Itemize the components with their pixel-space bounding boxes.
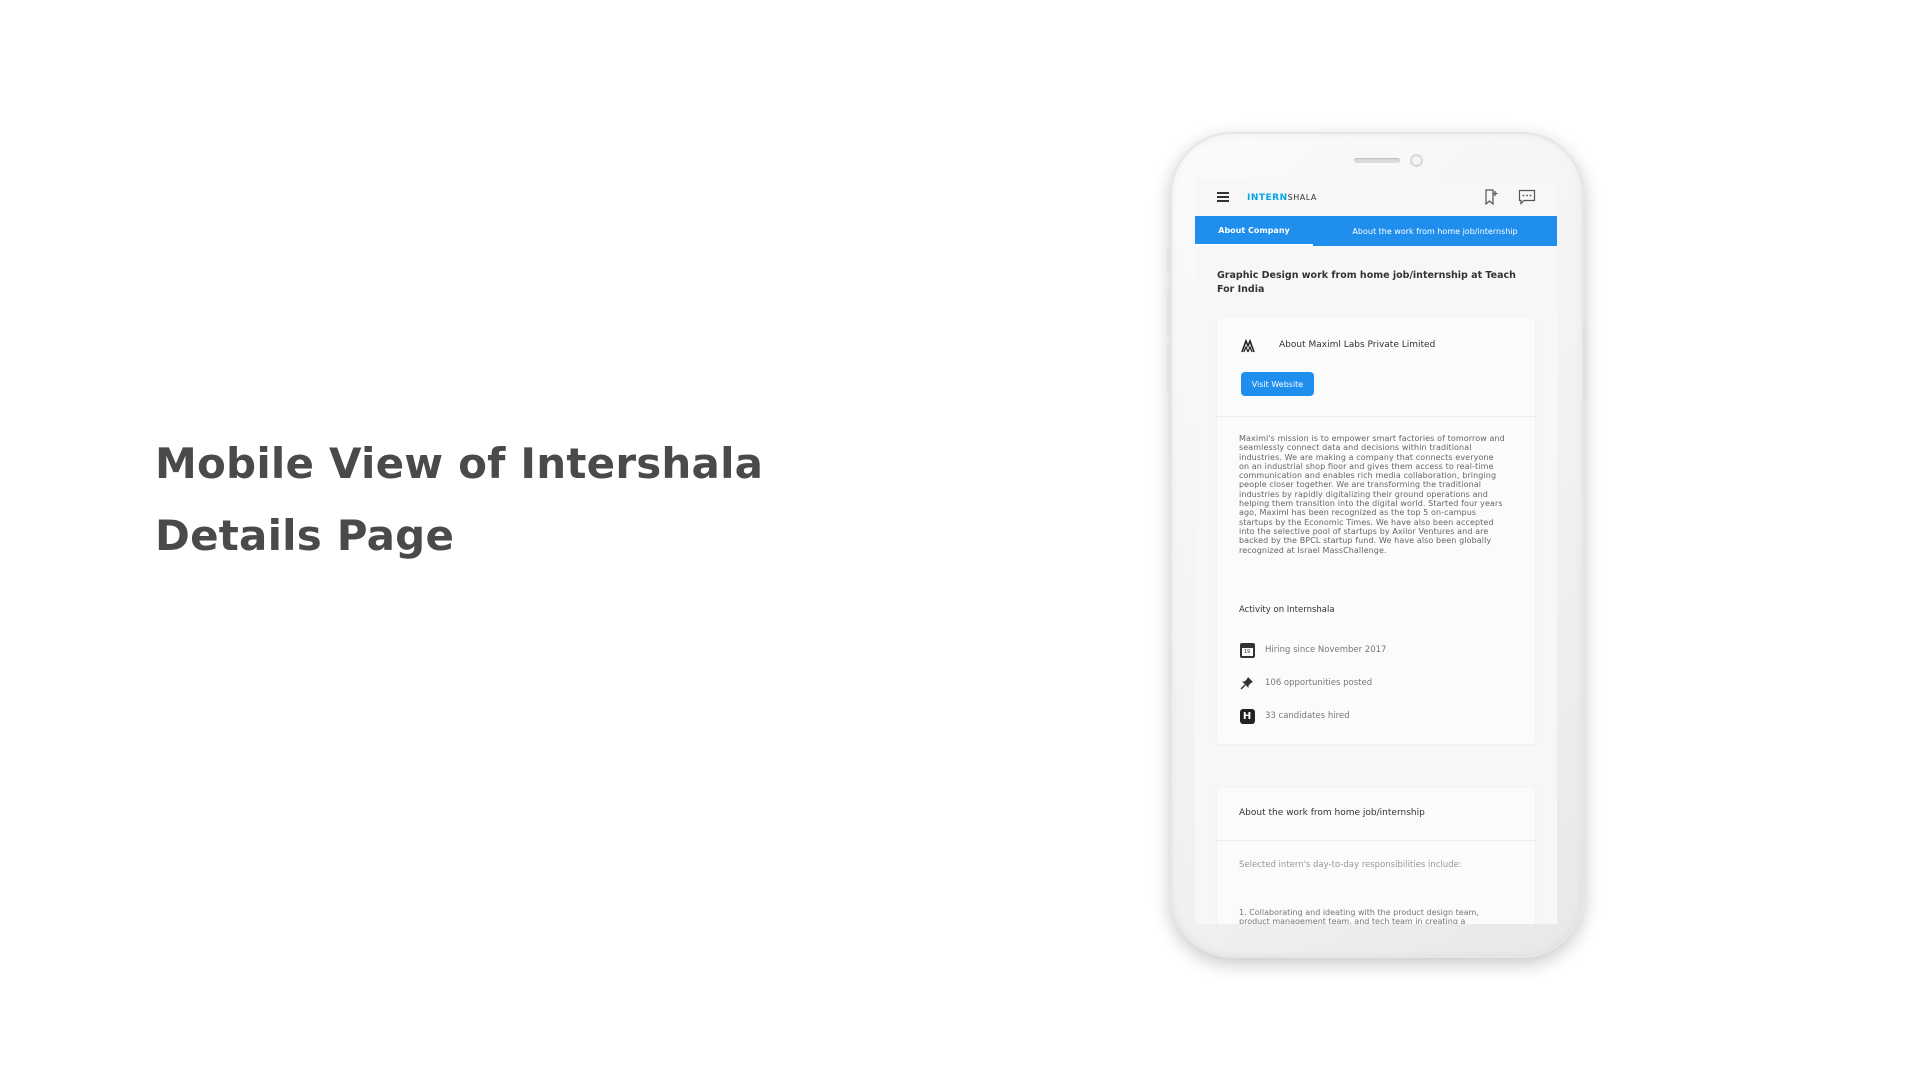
phone-mute-switch [1167, 250, 1171, 272]
visit-website-button[interactable]: Visit Website [1241, 372, 1314, 396]
phone-volume-down [1167, 346, 1171, 390]
post-title: Graphic Design work from home job/intern… [1217, 270, 1516, 295]
phone-camera [1410, 154, 1423, 167]
tab-about-company[interactable]: About Company [1195, 216, 1313, 246]
internshala-logo[interactable]: INTERNSHALA [1247, 193, 1317, 203]
tab-bar: About Company About the work from home j… [1195, 216, 1557, 246]
work-title: About the work from home job/internship [1239, 808, 1425, 818]
company-logo-icon [1241, 338, 1255, 353]
about-work-card: About the work from home job/internship … [1217, 788, 1535, 924]
hired-h-icon: H [1239, 708, 1255, 724]
slide-title-line-2: Details Page [155, 511, 455, 560]
activity-item-text: 33 candidates hired [1265, 711, 1350, 721]
company-description: Maximl's mission is to empower smart fac… [1239, 434, 1505, 555]
about-company-card: About Maximl Labs Private Limited Visit … [1217, 318, 1535, 744]
activity-item-text: Hiring since November 2017 [1265, 645, 1387, 655]
bookmark-add-icon[interactable] [1483, 189, 1499, 206]
work-responsibility-item: 1. Collaborating and ideating with the p… [1239, 908, 1479, 924]
work-subtitle: Selected intern's day-to-day responsibil… [1239, 860, 1462, 870]
phone-screen: INTERNSHALA About Company About the work [1195, 178, 1557, 924]
activity-item-hiring-since: Hiring since November 2017 [1239, 642, 1386, 658]
hamburger-menu-icon[interactable] [1217, 192, 1229, 202]
phone-speaker [1354, 158, 1400, 163]
phone-mockup: INTERNSHALA About Company About the work [1167, 132, 1587, 958]
slide-title-line-1: Mobile View of Intershala [155, 439, 764, 488]
calendar-icon [1239, 642, 1255, 658]
chat-icon[interactable] [1517, 189, 1537, 205]
slide-title: Mobile View of Intershala Details Page [155, 428, 763, 572]
tab-about-work[interactable]: About the work from home job/internship [1313, 216, 1557, 246]
company-name: About Maximl Labs Private Limited [1279, 340, 1436, 350]
card-divider [1217, 840, 1535, 841]
app-header: INTERNSHALA [1195, 178, 1557, 216]
activity-item-opportunities: 106 opportunities posted [1239, 675, 1372, 691]
activity-title: Activity on Internshala [1239, 605, 1335, 615]
pin-icon [1239, 675, 1255, 691]
phone-power-button [1583, 322, 1587, 402]
card-divider [1217, 416, 1535, 417]
logo-shala-text: SHALA [1287, 193, 1317, 202]
activity-item-text: 106 opportunities posted [1265, 678, 1373, 688]
activity-item-hired: H 33 candidates hired [1239, 708, 1350, 724]
logo-intern-text: INTERN [1247, 193, 1288, 203]
phone-volume-up [1167, 292, 1171, 336]
